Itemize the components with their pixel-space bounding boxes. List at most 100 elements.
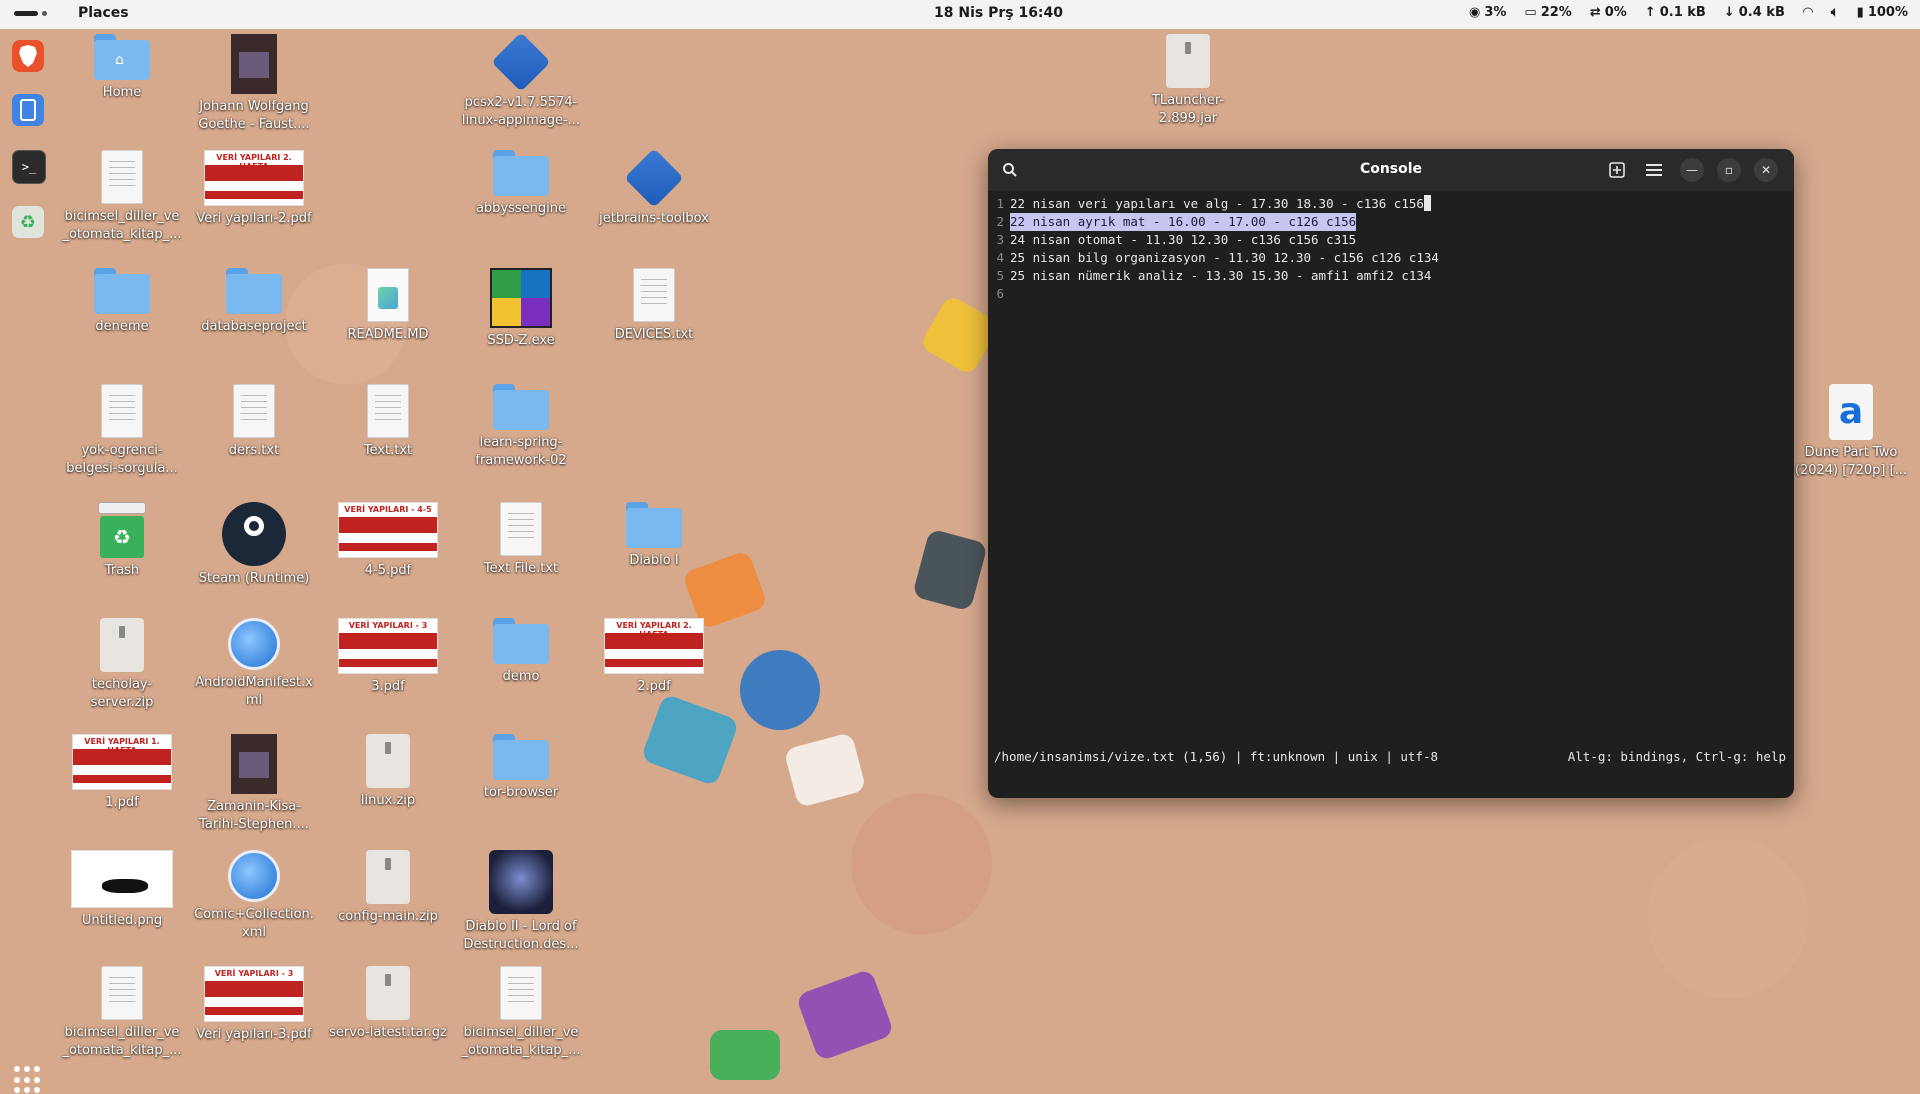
console-titlebar[interactable]: Console — ▫ ✕ (988, 149, 1794, 191)
desktop-icon-steam[interactable]: Steam (Runtime) (194, 502, 314, 588)
archive-icon (100, 618, 144, 672)
desktop-icon-readme[interactable]: README.MD (328, 268, 448, 344)
desktop-icon-linuxzip[interactable]: linux.zip (328, 734, 448, 810)
desktop-icon-pcsx2[interactable]: pcsx2-v1.7.5574-linux-appimage-... (461, 32, 581, 130)
desktop-icon-tlauncher[interactable]: TLauncher-2.899.jar (1128, 34, 1248, 128)
desktop-icon-label: Diablo I (629, 553, 679, 568)
desktop-icon-pdf3[interactable]: VERİ YAPILARI - 3 3.pdf (328, 618, 448, 696)
wallpaper-sticker (740, 650, 820, 730)
desktop-icon-devices[interactable]: DEVICES.txt (594, 268, 714, 344)
desktop-icon-dune[interactable]: a Dune Part Two (2024) [720p] [... (1791, 384, 1911, 480)
desktop-icon-veri2[interactable]: VERİ YAPILARI 2. HAFTA Veri yapıları-2.pd… (194, 150, 314, 228)
cpu-indicator: ◉ 3% (1469, 5, 1507, 20)
desktop-icon-label: Text.txt (363, 443, 413, 458)
system-status[interactable]: ◉ 3% ▭ 22% ⇄ 0% ↑ 0.1 kB ↓ 0.4 kB ◠ 🔈︎ ▮ 100% (1469, 5, 1908, 20)
files-app-icon[interactable] (12, 94, 44, 126)
workspace-indicator-active (14, 11, 38, 16)
pdf-thumbnail-icon: VERİ YAPILARI - 3 (204, 966, 304, 1022)
pdf-banner-text: VERİ YAPILARI - 3 (348, 621, 428, 630)
hamburger-menu-icon[interactable] (1642, 158, 1666, 182)
desktop-icon-dbproject[interactable]: databaseproject (194, 268, 314, 336)
activities-button[interactable] (14, 11, 47, 16)
pdf-thumbnail-icon: VERİ YAPILARI - 3 (338, 618, 438, 674)
desktop-icon-pdf1[interactable]: VERİ YAPILARI 1. HAFTA 1.pdf (62, 734, 182, 812)
clock[interactable]: 18 Nis Prş 16:40 (934, 5, 1063, 21)
desktop-icon-label: DEVICES.txt (614, 327, 694, 342)
text-file-icon (101, 150, 143, 204)
xml-globe-icon (228, 850, 280, 902)
desktop-icon-comic[interactable]: Comic+Collection.xml (194, 850, 314, 942)
recycle-icon: ♻ (19, 211, 37, 233)
show-apps-button[interactable] (14, 1066, 42, 1094)
desktop-icon-jetbrains[interactable]: jetbrains-toolbox (594, 148, 714, 228)
new-tab-icon[interactable] (1605, 158, 1629, 182)
battery-indicator: ▮ 100% (1856, 5, 1908, 20)
desktop-icon-goethe[interactable]: Johann Wolfgang Goethe - Faust.... (194, 34, 314, 134)
desktop-icon-pdf45[interactable]: VERİ YAPILARI - 4-5 4-5.pdf (328, 502, 448, 580)
desktop-icon-abbyy[interactable]: abbyssengine (461, 150, 581, 218)
editor-line[interactable]: 5 25 nisan nümerik analiz - 13.30 15.30 -… (988, 267, 1794, 285)
desktop-icon-configzip[interactable]: config-main.zip (328, 850, 448, 926)
desktop-icon-pdf2[interactable]: VERİ YAPILARI 2. HAFTA 2.pdf (594, 618, 714, 696)
desktop-icon-trash[interactable]: ♻ Trash (62, 502, 182, 580)
console-window[interactable]: Console — ▫ ✕ 1 22 nisan veri yapıları ve… (988, 149, 1794, 798)
desktop-icon-bicimsel1[interactable]: bicimsel_diller_ve_otomata_kitap_... (62, 150, 182, 244)
editor-line[interactable]: 3 24 nisan otomat - 11.30 12.30 - c136 c1… (988, 231, 1794, 249)
folder-icon (493, 734, 549, 780)
desktop-icon-bicimsel2[interactable]: bicimsel_diller_ve_otomata_kitap_... (62, 966, 182, 1060)
swap-indicator: ⇄ 0% (1589, 5, 1627, 20)
text-file-icon (500, 966, 542, 1020)
desktop-icon-untitled[interactable]: Untitled.png (62, 850, 182, 930)
desktop-icon-techolay[interactable]: techolay-server.zip (62, 618, 182, 712)
ssdz-app-icon (490, 268, 552, 328)
desktop-icon-label: Trash (104, 563, 140, 578)
desktop-icon-servo[interactable]: servo-latest.tar.gz (328, 966, 448, 1042)
desktop-icon-ders[interactable]: ders.txt (194, 384, 314, 460)
desktop-icon-label: Veri yapıları-2.pdf (196, 211, 312, 226)
desktop-icon-zamanin[interactable]: Zamanin-Kisa-Tarihi-Stephen.... (194, 734, 314, 834)
desktop-icon-bicimsel3[interactable]: bicimsel_diller_ve_otomata_kitap_... (461, 966, 581, 1060)
editor-line[interactable]: 4 25 nisan bilg organizasyon - 11.30 12.3… (988, 249, 1794, 267)
wallpaper-sticker (710, 1030, 780, 1080)
desktop-icon-texttxt[interactable]: Text.txt (328, 384, 448, 460)
brave-browser-icon[interactable] (12, 40, 44, 72)
places-menu[interactable]: Places (78, 5, 129, 21)
desktop-icon-label: 2.pdf (637, 679, 671, 694)
terminal-app-icon[interactable]: >_ (12, 150, 46, 184)
editor-line[interactable]: 6 (988, 285, 1794, 303)
desktop-icon-demo[interactable]: demo (461, 618, 581, 686)
wallpaper-sticker (783, 731, 867, 809)
download-arrow-icon: ↓ (1723, 5, 1735, 20)
folder-icon (626, 502, 682, 548)
desktop-icon-label: Veri yapıları-3.pdf (196, 1027, 312, 1042)
desktop-icon-android[interactable]: AndroidManifest.xml (194, 618, 314, 710)
text-file-icon (500, 502, 542, 556)
app-cube-icon (624, 148, 684, 208)
desktop-icon-spring[interactable]: learn-spring-framework-02 (461, 384, 581, 470)
desktop-icon-tor[interactable]: tor-browser (461, 734, 581, 802)
minimize-icon[interactable]: — (1680, 158, 1704, 182)
desktop-icon-ssdz[interactable]: SSD-Z.exe (461, 268, 581, 350)
maximize-icon[interactable]: ▫ (1717, 158, 1741, 182)
desktop-icon-veri3[interactable]: VERİ YAPILARI - 3 Veri yapıları-3.pdf (194, 966, 314, 1044)
desktop-icon-diablo2[interactable]: Diablo II - Lord of Destruction.des... (461, 850, 581, 954)
desktop-icon-label: Johann Wolfgang Goethe - Faust.... (198, 99, 310, 132)
swap-icon: ⇄ (1589, 5, 1601, 20)
close-icon[interactable]: ✕ (1754, 158, 1778, 182)
desktop-icon-label: servo-latest.tar.gz (329, 1025, 447, 1040)
desktop-icon-home[interactable]: ⌂ Home (62, 34, 182, 102)
text-editor[interactable]: 1 22 nisan veri yapıları ve alg - 17.30 1… (988, 195, 1794, 303)
desktop-icon-diablo1[interactable]: Diablo I (594, 502, 714, 570)
cpu-icon: ◉ (1469, 5, 1481, 20)
file-info: /home/insanimsi/vize.txt (1,56) | ft:unk… (994, 749, 1439, 764)
folder-icon (493, 384, 549, 430)
desktop-icon-textfile[interactable]: Text File.txt (461, 502, 581, 578)
trash-icon: ♻ (98, 502, 146, 558)
desktop-icon-yok[interactable]: yok-ogrenci-belgesi-sorgula... (62, 384, 182, 478)
desktop-icon-label: ders.txt (228, 443, 280, 458)
editor-line[interactable]: 1 22 nisan veri yapıları ve alg - 17.30 1… (988, 195, 1794, 213)
trash-dock-icon[interactable]: ♻ (12, 206, 44, 238)
pdf-banner-text: VERİ YAPILARI 2. HAFTA (216, 153, 292, 171)
desktop-icon-deneme[interactable]: deneme (62, 268, 182, 336)
editor-line[interactable]: 2 22 nisan ayrık mat - 16.00 - 17.00 - c1… (988, 213, 1794, 231)
